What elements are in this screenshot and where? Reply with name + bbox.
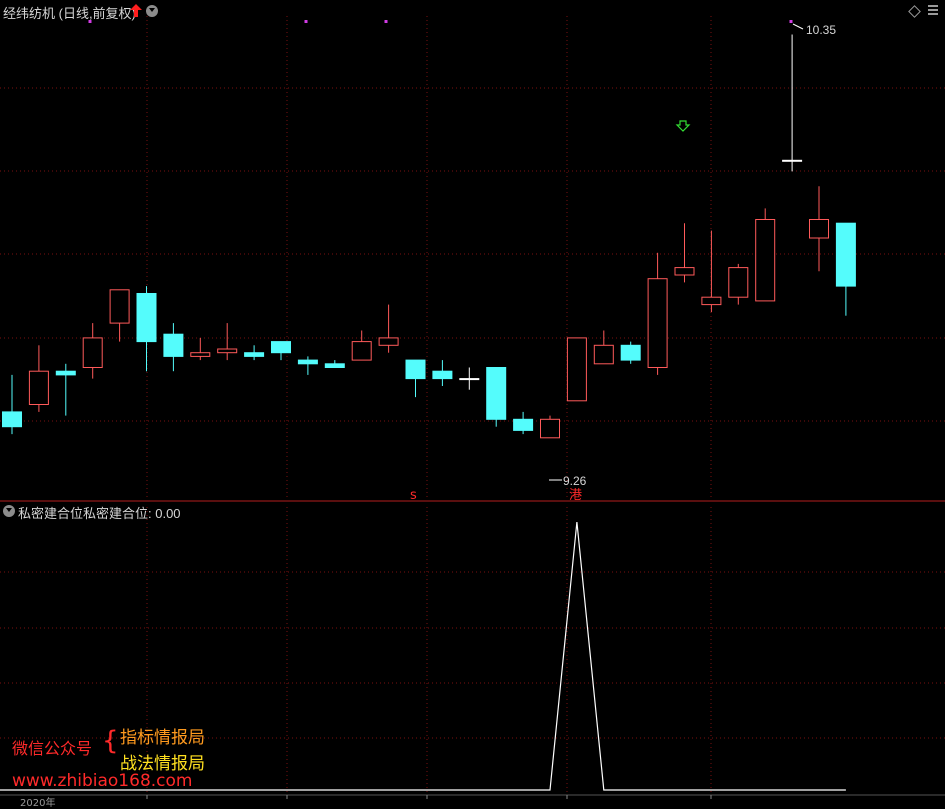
gang-marker: 港 [569,488,582,503]
signal-dot [384,20,388,23]
candle[interactable] [405,359,426,398]
candle[interactable] [28,345,49,412]
candle[interactable] [593,330,614,365]
candle-body [190,352,211,357]
candle[interactable] [809,186,829,272]
hamburger-icon[interactable] [928,5,938,15]
candle-body [297,359,318,365]
candle-body [405,359,426,380]
candle-body [513,418,534,431]
candle-body [540,418,560,439]
candle[interactable] [136,286,157,372]
candle-body [163,333,184,357]
candle[interactable] [55,363,76,416]
candle[interactable] [782,34,803,172]
bottom-axis [0,794,945,799]
watermark-wechat-label: 微信公众号 [12,739,93,758]
chart-menu-chevron-icon[interactable] [146,5,158,17]
candle-body [217,348,238,354]
candle-body [271,341,291,354]
candle[interactable] [163,323,184,372]
candle-body [486,367,507,420]
candle[interactable] [674,223,695,283]
price-grid [0,16,945,497]
watermark-line1: 指标情报局 [120,728,205,748]
candle[interactable] [244,345,265,361]
candle-body [324,363,345,368]
candle[interactable] [728,263,749,305]
s-marker: s [410,488,417,503]
candle[interactable] [540,415,560,439]
indicator-name[interactable]: 私密建合位 [18,503,83,522]
watermark-brace: { [102,726,119,756]
candle-body [244,352,265,357]
candle-body [835,222,856,287]
purple-signal-dots [88,20,793,23]
candle-body [728,267,749,298]
candle-body [566,337,587,402]
candle[interactable] [297,356,318,375]
candle[interactable] [701,230,722,312]
candle[interactable] [459,367,480,390]
candle[interactable] [2,374,22,435]
candle[interactable] [324,360,345,368]
candle-body [647,278,668,369]
high-price-label: 10.35 [806,23,836,37]
candle[interactable] [513,411,534,435]
candle-body [109,289,130,324]
candle-body [2,411,22,428]
candle[interactable] [109,289,130,342]
candle-body [593,344,614,365]
candle-body [755,219,776,302]
candle-body [809,219,829,239]
candle[interactable] [190,337,211,361]
indicator-value: 私密建合位: 0.00 [83,506,181,521]
indicator-menu-chevron-icon[interactable] [3,505,15,517]
candle[interactable] [351,330,372,361]
time-axis-label: 2020年 [20,798,56,809]
chart-canvas[interactable]: 10.35 9.26 s 港 [0,0,945,799]
candle[interactable] [620,341,641,364]
signal-dot [789,20,793,23]
low-price-label: 9.26 [563,474,587,488]
candle-body [459,378,480,381]
watermark-url: www.zhibiao168.com [12,771,193,791]
candle-body [378,337,399,346]
candle[interactable] [271,341,291,361]
candle-body [82,337,103,368]
candle-body [55,370,76,376]
candle-body [432,370,453,380]
candle-body [701,296,722,306]
candle[interactable] [486,367,507,427]
candle-body [136,293,157,343]
candlestick-series[interactable] [2,34,856,439]
candle[interactable] [647,252,668,375]
candle-body [782,159,803,162]
candle[interactable] [755,208,776,302]
candle[interactable] [432,360,453,386]
candle-body [674,267,695,276]
candle[interactable] [217,323,238,361]
chart-title[interactable]: 经纬纺机 (日线,前复权) [3,3,136,22]
candle-body [351,341,372,361]
up-arrow-icon[interactable] [130,4,142,22]
candle[interactable] [378,304,399,353]
high-annotation: 10.35 [792,23,836,37]
candle-body [28,370,49,406]
signal-dot [304,20,308,23]
candle[interactable] [566,337,587,402]
green-down-arrow-icon [675,120,691,132]
candle-body [620,344,641,361]
candle[interactable] [82,323,103,379]
candle[interactable] [835,222,856,316]
low-annotation: 9.26 [549,474,587,488]
